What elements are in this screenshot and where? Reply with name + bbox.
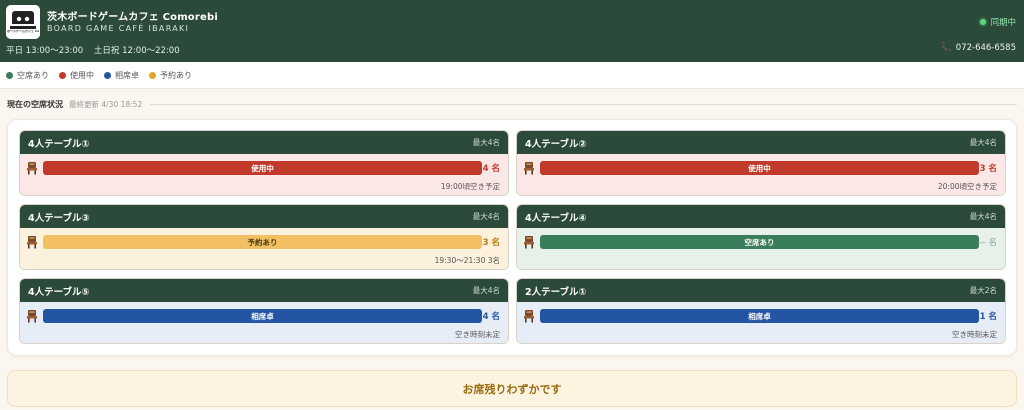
status-bar: 相席卓	[43, 309, 482, 323]
legend-dot	[59, 71, 66, 79]
status-bar: 相席卓	[540, 309, 979, 323]
guest-count: 3 名	[482, 238, 500, 248]
shop-name: 茨木ボードゲームカフェ Comorebi	[47, 12, 218, 23]
table-name: 4人テーブル①	[28, 138, 90, 150]
table-card-header: 4人テーブル④ 最大4名	[517, 205, 1005, 228]
chair-icon	[524, 236, 534, 249]
table-card[interactable]: 4人テーブル④ 最大4名 空席あり — 名	[516, 204, 1006, 270]
table-card-header: 4人テーブル⑤ 最大4名	[20, 279, 508, 302]
legend-item-shared: 相席卓	[104, 70, 139, 81]
divider	[150, 104, 1017, 105]
table-card-header: 4人テーブル① 最大4名	[20, 131, 508, 154]
status-bar: 空席あり	[540, 235, 979, 249]
legend-dot	[6, 71, 13, 79]
table-capacity: 最大4名	[472, 138, 500, 147]
chair-icon	[27, 236, 37, 249]
table-card[interactable]: 4人テーブル⑤ 最大4名 相席卓 4 名 空き時刻未定	[19, 278, 509, 344]
legend-item-vacant: 空席あり	[6, 70, 49, 81]
table-card-body: 使用中 4 名 19:00頃空き予定	[20, 154, 508, 195]
guest-count: — 名	[977, 238, 997, 248]
logo-text: ボードゲームカフェ Comorebi	[7, 30, 39, 33]
table-card-header: 4人テーブル② 最大4名	[517, 131, 1005, 154]
phone-link[interactable]: 📞 072-646-6585	[941, 43, 1016, 53]
status-bar: 予約あり	[43, 235, 482, 249]
status-legend: 空席あり 使用中 相席卓 予約あり	[0, 62, 1024, 89]
table-card-header: 2人テーブル① 最大2名	[517, 279, 1005, 302]
table-card[interactable]: 4人テーブル② 最大4名 使用中 3 名 20:00頃空き予定	[516, 130, 1006, 196]
table-card-body: 相席卓 4 名 空き時刻未定	[20, 302, 508, 343]
site-header: ボードゲームカフェ Comorebi 茨木ボードゲームカフェ Comorebi …	[0, 0, 1024, 62]
shop-subtitle: BOARD GAME CAFÉ IBARAKI	[47, 24, 190, 33]
table-capacity: 最大2名	[969, 286, 997, 295]
last-updated: 最終更新 4/30 18:52	[69, 100, 143, 109]
status-bar: 使用中	[43, 161, 482, 175]
availability-note: 空き時刻未定	[952, 330, 997, 339]
availability-banner: お席残りわずかです	[7, 370, 1017, 407]
sync-status-label: 同期中	[990, 18, 1016, 28]
table-card-body: 使用中 3 名 20:00頃空き予定	[517, 154, 1005, 195]
table-name: 4人テーブル⑤	[28, 286, 90, 298]
table-capacity: 最大4名	[472, 286, 500, 295]
meeple-logo-icon	[6, 5, 40, 39]
table-card-body: 空席あり — 名	[517, 228, 1005, 269]
guest-count: 4 名	[482, 164, 500, 174]
legend-item-reserved: 予約あり	[149, 70, 192, 81]
guest-count: 4 名	[482, 312, 500, 322]
weekday-hours: 平日 13:00〜23:00	[6, 46, 84, 56]
table-status-panel: 4人テーブル① 最大4名 使用中 4 名 19:00頃空き予定 4人テーブル② …	[7, 119, 1017, 356]
legend-label: 相席卓	[115, 70, 139, 80]
legend-label: 使用中	[70, 70, 94, 80]
table-card[interactable]: 4人テーブル① 最大4名 使用中 4 名 19:00頃空き予定	[19, 130, 509, 196]
table-card-body: 相席卓 1 名 空き時刻未定	[517, 302, 1005, 343]
table-name: 4人テーブル④	[525, 212, 587, 224]
table-capacity: 最大4名	[969, 212, 997, 221]
chair-icon	[27, 162, 37, 175]
sync-indicator-icon	[980, 19, 987, 25]
guest-count: 3 名	[979, 164, 997, 174]
legend-dot	[104, 71, 111, 79]
table-name: 4人テーブル③	[28, 212, 90, 224]
chair-icon	[524, 310, 534, 323]
availability-note: 20:00頃空き予定	[937, 182, 997, 191]
legend-label: 予約あり	[160, 70, 192, 80]
legend-label: 空席あり	[17, 70, 49, 80]
status-bar: 使用中	[540, 161, 979, 175]
table-card[interactable]: 4人テーブル③ 最大4名 予約あり 3 名 19:30〜21:30 3名	[19, 204, 509, 270]
table-card[interactable]: 2人テーブル① 最大2名 相席卓 1 名 空き時刻未定	[516, 278, 1006, 344]
section-title: 現在の空席状況	[7, 100, 63, 109]
table-name: 4人テーブル②	[525, 138, 587, 150]
phone-icon: 📞	[940, 43, 952, 53]
table-name: 2人テーブル①	[525, 286, 587, 298]
table-capacity: 最大4名	[969, 138, 997, 147]
sync-status: 同期中	[980, 16, 1016, 28]
availability-section-header: 現在の空席状況 最終更新 4/30 18:52	[7, 99, 1017, 110]
phone-number: 072-646-6585	[955, 43, 1016, 53]
table-card-header: 4人テーブル③ 最大4名	[20, 205, 508, 228]
availability-note: 19:30〜21:30 3名	[434, 256, 500, 265]
guest-count: 1 名	[979, 312, 997, 322]
legend-dot	[149, 71, 156, 79]
logo: ボードゲームカフェ Comorebi	[6, 5, 40, 39]
availability-note: 空き時刻未定	[455, 330, 500, 339]
chair-icon	[27, 310, 37, 323]
table-capacity: 最大4名	[472, 212, 500, 221]
table-card-body: 予約あり 3 名 19:30〜21:30 3名	[20, 228, 508, 269]
holiday-hours: 土日祝 12:00〜22:00	[93, 46, 180, 56]
legend-item-busy: 使用中	[59, 70, 94, 81]
business-hours: 平日 13:00〜23:00 土日祝 12:00〜22:00	[6, 44, 180, 56]
availability-note: 19:00頃空き予定	[440, 182, 500, 191]
chair-icon	[524, 162, 534, 175]
